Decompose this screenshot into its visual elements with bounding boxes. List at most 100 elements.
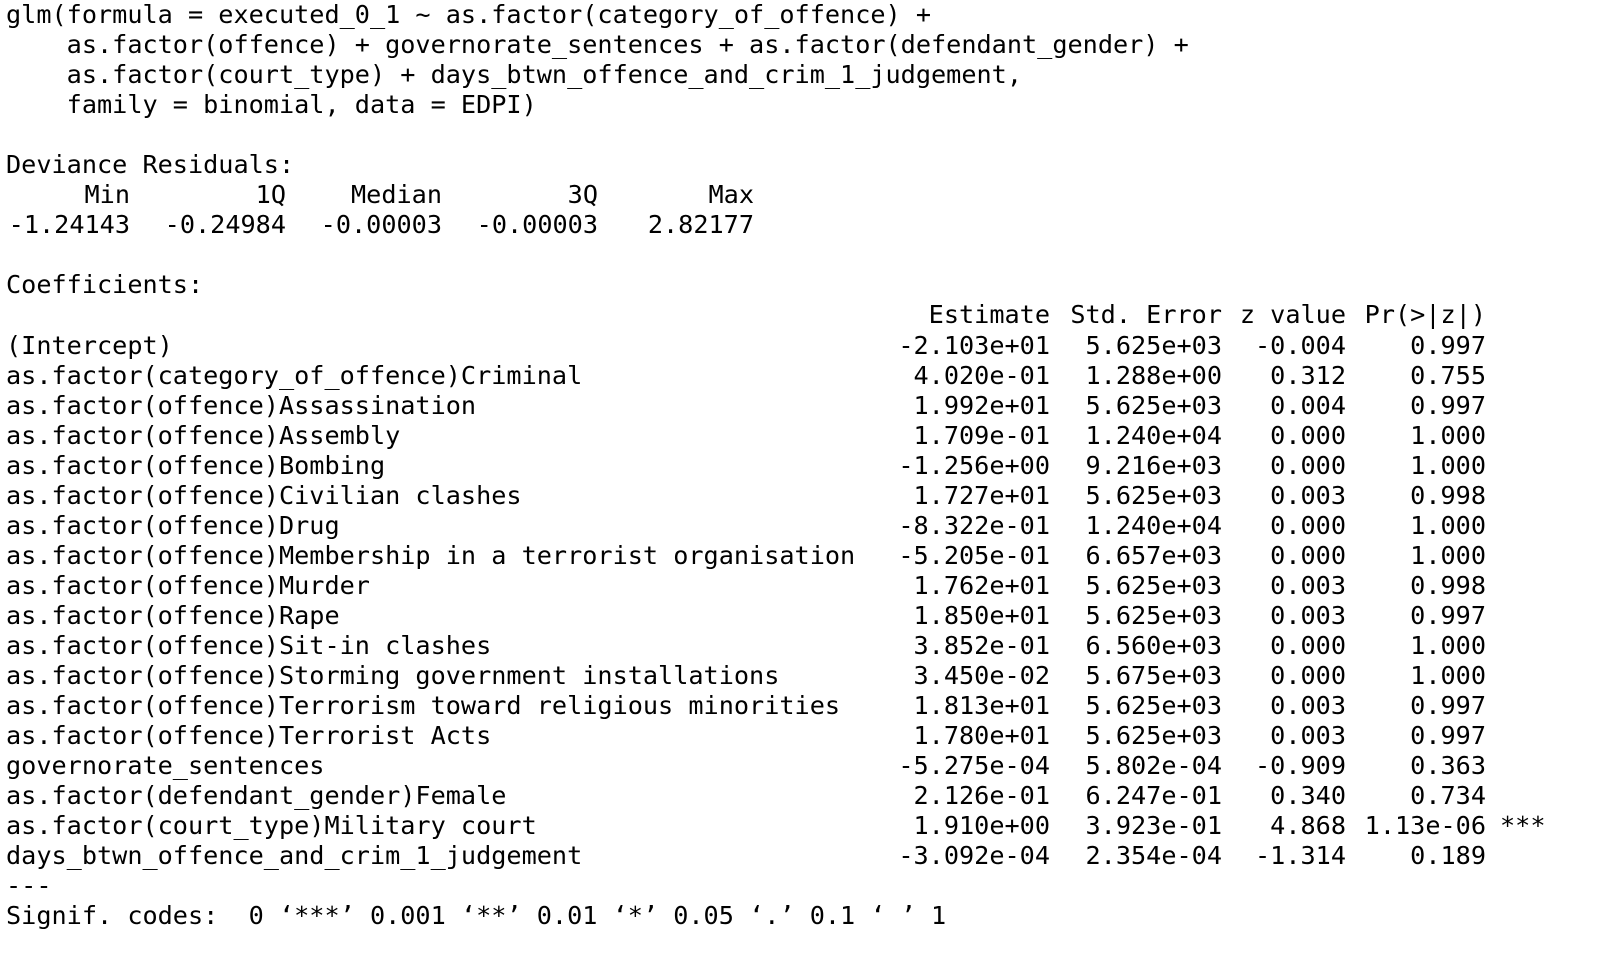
coef-name-header: [6, 300, 874, 330]
residuals-value: -0.00003: [476, 210, 598, 240]
coef-std-error: 5.675e+03: [1085, 661, 1222, 691]
coef-term-name: as.factor(offence)Storming government in…: [6, 661, 780, 691]
residuals-title: Deviance Residuals:: [6, 150, 295, 180]
coef-p-value: 0.997: [1410, 691, 1486, 721]
coef-term-name: as.factor(offence)Murder: [6, 570, 370, 600]
coef-term-name: as.factor(defendant_gender)Female: [6, 781, 507, 811]
coef-std-error: 5.625e+03: [1085, 600, 1222, 630]
coef-p-value: 0.997: [1410, 721, 1486, 751]
coef-term-name: as.factor(offence)Terrorism toward relig…: [6, 691, 841, 721]
separator-line: ---: [6, 871, 52, 901]
table-row: as.factor(court_type)Military court 1.910…: [6, 811, 1606, 841]
coef-z-value: 0.003: [1270, 600, 1346, 630]
coef-z-value: 0.004: [1270, 390, 1346, 420]
coef-term-name: (Intercept): [6, 330, 173, 360]
coef-p-value: 1.000: [1410, 630, 1486, 660]
coef-z-value: 0.000: [1270, 420, 1346, 450]
coef-z-value: 0.000: [1270, 630, 1346, 660]
residuals-header: Max: [708, 180, 755, 210]
coef-estimate: 1.762e+01: [913, 570, 1050, 600]
coef-std-error: 6.657e+03: [1085, 540, 1222, 570]
signif-codes-line: Signif. codes: 0 ‘***’ 0.001 ‘**’ 0.01 ‘…: [6, 901, 947, 931]
table-row: as.factor(offence)Assembly 1.709e-01 1.240…: [6, 421, 1606, 451]
coef-p-value: 1.000: [1410, 450, 1486, 480]
coef-signif-stars: [1486, 601, 1548, 631]
coef-signif-stars: [1486, 541, 1548, 571]
coef-p-value: 0.755: [1410, 360, 1486, 390]
coef-p-value: 0.734: [1410, 781, 1486, 811]
coef-header-estimate: Estimate: [928, 300, 1050, 330]
coef-p-value: 1.000: [1410, 420, 1486, 450]
coef-std-error: 5.625e+03: [1085, 570, 1222, 600]
residuals-value: -1.24143: [8, 210, 130, 240]
coef-std-error: 5.802e-04: [1085, 751, 1222, 781]
coef-estimate: 3.450e-02: [913, 661, 1050, 691]
table-row: (Intercept) -2.103e+01 5.625e+03 -0.004 0.99…: [6, 331, 1606, 361]
coef-p-value: 0.997: [1410, 390, 1486, 420]
glm-call-line: as.factor(offence) + governorate_sentenc…: [6, 30, 1189, 60]
coef-term-name: days_btwn_offence_and_crim_1_judgement: [6, 841, 583, 871]
coef-std-error: 5.625e+03: [1085, 480, 1222, 510]
coef-signif-stars: [1486, 751, 1548, 781]
coef-signif-stars: ***: [1500, 811, 1546, 841]
coefficients-header-row: Estimate Std. Error z value Pr(>|z|): [6, 300, 1606, 330]
coef-estimate: 1.850e+01: [913, 600, 1050, 630]
glm-call-line: family = binomial, data = EDPI): [6, 90, 537, 120]
coef-estimate: -5.205e-01: [898, 540, 1050, 570]
coef-estimate: 1.727e+01: [913, 480, 1050, 510]
residuals-header: Min: [84, 180, 131, 210]
table-row: as.factor(offence)Storming government in…: [6, 661, 1606, 691]
coef-term-name: as.factor(offence)Rape: [6, 600, 340, 630]
residuals-header: 3Q: [567, 180, 598, 210]
coef-std-error: 3.923e-01: [1085, 811, 1222, 841]
coef-term-name: as.factor(offence)Membership in a terror…: [6, 540, 856, 570]
coef-p-value: 0.998: [1410, 480, 1486, 510]
coef-z-value: 0.000: [1270, 450, 1346, 480]
table-row: as.factor(offence)Sit-in clashes 3.852e-0…: [6, 631, 1606, 661]
coef-z-value: 0.003: [1270, 721, 1346, 751]
coef-estimate: 1.780e+01: [913, 721, 1050, 751]
coef-term-name: as.factor(offence)Bombing: [6, 450, 386, 480]
coef-estimate: 2.126e-01: [913, 781, 1050, 811]
coef-p-value: 0.998: [1410, 570, 1486, 600]
table-row: as.factor(category_of_offence)Criminal 4.…: [6, 361, 1606, 391]
coef-p-value: 0.189: [1410, 841, 1486, 871]
coef-z-value: -0.004: [1255, 330, 1346, 360]
table-row: as.factor(offence)Drug -8.322e-01 1.240e+0…: [6, 511, 1606, 541]
coef-z-value: 0.003: [1270, 691, 1346, 721]
coef-z-value: 0.000: [1270, 661, 1346, 691]
coef-std-error: 5.625e+03: [1085, 691, 1222, 721]
coef-term-name: as.factor(offence)Drug: [6, 510, 340, 540]
coef-std-error: 1.240e+04: [1085, 510, 1222, 540]
coef-z-value: 0.000: [1270, 540, 1346, 570]
table-row: days_btwn_offence_and_crim_1_judgement -3…: [6, 841, 1606, 871]
table-row: as.factor(offence)Bombing -1.256e+00 9.216…: [6, 451, 1606, 481]
coef-term-name: as.factor(category_of_offence)Criminal: [6, 360, 583, 390]
coef-p-value: 0.997: [1410, 330, 1486, 360]
coef-term-name: as.factor(offence)Terrorist Acts: [6, 721, 492, 751]
table-row: as.factor(offence)Rape 1.850e+01 5.625e+03…: [6, 601, 1606, 631]
table-row: as.factor(offence)Murder 1.762e+01 5.625e+…: [6, 571, 1606, 601]
coef-estimate: -3.092e-04: [898, 841, 1050, 871]
coef-z-value: 0.312: [1270, 360, 1346, 390]
coef-std-error: 5.625e+03: [1085, 330, 1222, 360]
coef-term-name: governorate_sentences: [6, 751, 325, 781]
coef-signif-stars: [1486, 721, 1548, 751]
table-row: as.factor(defendant_gender)Female 2.126e-…: [6, 781, 1606, 811]
coef-signif-stars: [1486, 631, 1548, 661]
coef-p-value: 1.000: [1410, 661, 1486, 691]
coef-estimate: 1.992e+01: [913, 390, 1050, 420]
coef-std-error: 1.240e+04: [1085, 420, 1222, 450]
coef-estimate: 1.709e-01: [913, 420, 1050, 450]
coef-estimate: -2.103e+01: [898, 330, 1050, 360]
table-row: as.factor(offence)Assassination 1.992e+01…: [6, 391, 1606, 421]
coef-std-error: 1.288e+00: [1085, 360, 1222, 390]
coef-z-value: 0.000: [1270, 510, 1346, 540]
coef-estimate: -1.256e+00: [898, 450, 1050, 480]
coef-p-value: 1.000: [1410, 510, 1486, 540]
table-row: as.factor(offence)Membership in a terror…: [6, 541, 1606, 571]
coef-signif-stars: [1486, 331, 1548, 361]
coef-estimate: -8.322e-01: [898, 510, 1050, 540]
